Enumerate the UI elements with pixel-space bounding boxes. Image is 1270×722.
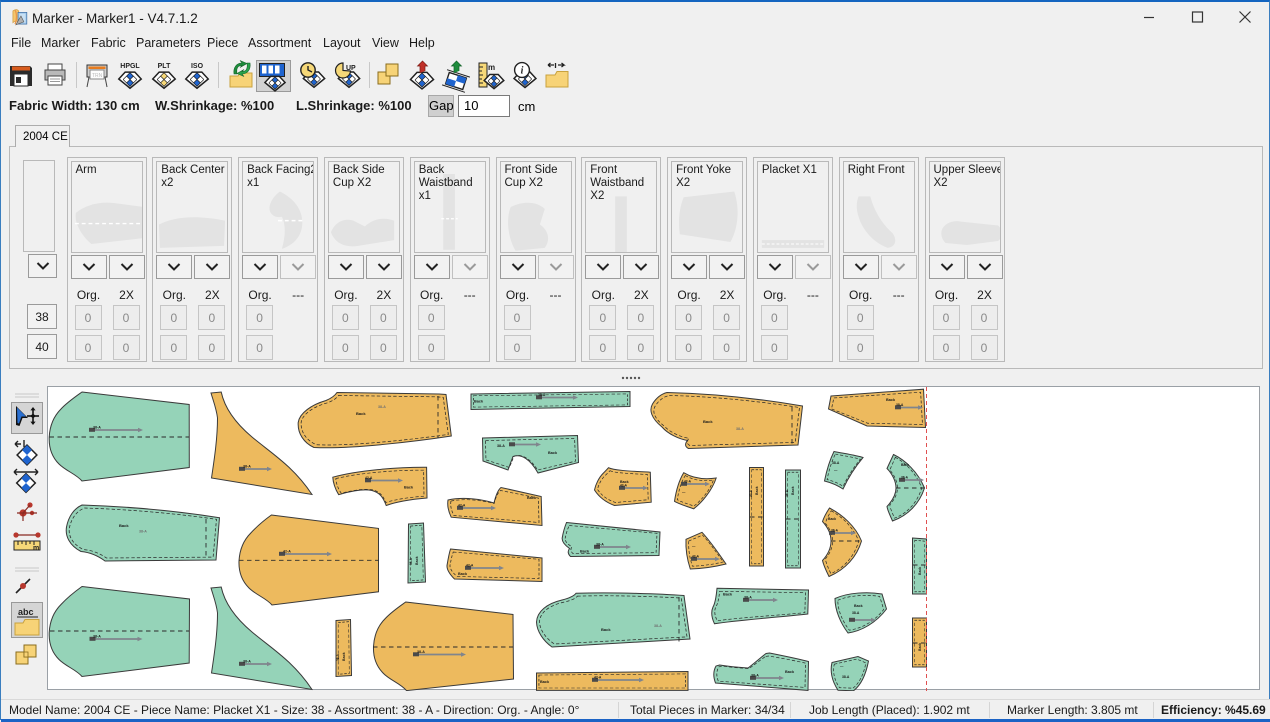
- svg-text:Back: Back: [548, 451, 558, 455]
- svg-text:Back: Back: [918, 567, 922, 575]
- svg-text:Back: Back: [527, 496, 537, 500]
- svg-text:38-A: 38-A: [378, 405, 386, 409]
- svg-text:38-A: 38-A: [901, 476, 909, 480]
- svg-text:42-A: 42-A: [365, 476, 373, 480]
- svg-text:i: i: [521, 66, 524, 77]
- svg-text:ISO: ISO: [191, 63, 204, 70]
- svg-text:TRN: TRN: [92, 73, 103, 79]
- svg-text:abc: abc: [18, 607, 34, 617]
- svg-text:42-A: 42-A: [594, 676, 602, 680]
- svg-text:42-A: 42-A: [283, 550, 291, 554]
- svg-text:Back: Back: [828, 517, 836, 521]
- svg-text:38-A: 38-A: [751, 674, 759, 678]
- svg-text:Back: Back: [785, 670, 795, 674]
- svg-text:42-A: 42-A: [458, 504, 466, 508]
- svg-text:Back: Back: [580, 550, 590, 554]
- svg-text:38-A: 38-A: [497, 444, 505, 448]
- svg-text:Back: Back: [119, 523, 129, 528]
- svg-text:Back: Back: [356, 411, 366, 416]
- svg-text:38-A: 38-A: [832, 461, 840, 465]
- svg-text:42-A: 42-A: [684, 480, 692, 484]
- svg-text:Back: Back: [474, 400, 484, 404]
- svg-text:38-A: 38-A: [736, 427, 744, 431]
- svg-text:Back: Back: [886, 398, 896, 402]
- svg-text:UP: UP: [346, 65, 356, 72]
- svg-text:38-A: 38-A: [93, 426, 101, 430]
- svg-text:Back: Back: [791, 486, 795, 495]
- svg-text:38-A: 38-A: [139, 530, 147, 534]
- svg-text:38-A: 38-A: [93, 635, 101, 639]
- svg-text:38-A: 38-A: [785, 489, 789, 497]
- svg-text:38-A: 38-A: [243, 660, 251, 664]
- svg-text:38-A: 38-A: [336, 653, 340, 661]
- svg-text:42-A: 42-A: [620, 484, 628, 488]
- svg-text:38-A: 38-A: [831, 529, 839, 533]
- svg-text:38-A: 38-A: [243, 465, 251, 469]
- svg-text:Back: Back: [918, 643, 922, 651]
- svg-text:Back: Back: [404, 486, 414, 490]
- svg-text:38-A: 38-A: [417, 650, 425, 654]
- svg-text:Back: Back: [854, 604, 863, 608]
- svg-text:38-A: 38-A: [744, 596, 752, 600]
- svg-text:m: m: [33, 545, 39, 552]
- svg-text:Back: Back: [755, 486, 759, 495]
- svg-text:HPGL: HPGL: [120, 63, 140, 70]
- svg-text:38-A: 38-A: [409, 557, 413, 565]
- svg-text:38-A: 38-A: [896, 403, 904, 407]
- svg-text:42-A: 42-A: [466, 564, 474, 568]
- svg-text:Back: Back: [723, 593, 733, 597]
- svg-text:42-A: 42-A: [692, 555, 700, 559]
- svg-text:Back: Back: [342, 652, 346, 661]
- svg-text:38-A: 38-A: [842, 675, 850, 679]
- svg-text:m: m: [488, 63, 495, 72]
- svg-text:38-A: 38-A: [654, 624, 662, 628]
- svg-text:38-A: 38-A: [596, 543, 604, 547]
- svg-text:38-A: 38-A: [852, 611, 860, 615]
- svg-text:Back: Back: [601, 627, 611, 632]
- svg-text:Back: Back: [901, 463, 909, 467]
- svg-text:Back: Back: [415, 556, 419, 565]
- svg-text:38-A: 38-A: [538, 393, 546, 397]
- svg-text:Back: Back: [458, 572, 468, 576]
- svg-text:Back: Back: [540, 680, 550, 684]
- svg-text:42-A: 42-A: [749, 489, 753, 497]
- svg-text:Back: Back: [703, 419, 713, 424]
- svg-text:PLT: PLT: [158, 63, 171, 70]
